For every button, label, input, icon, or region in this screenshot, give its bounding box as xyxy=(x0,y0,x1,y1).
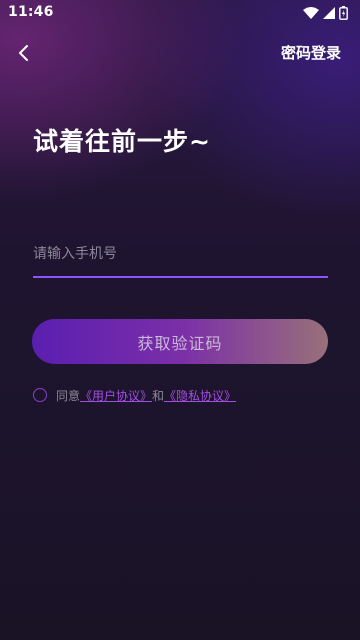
status-icons xyxy=(303,6,348,20)
back-button[interactable] xyxy=(10,40,36,66)
privacy-policy-link[interactable]: 《隐私协议》 xyxy=(164,387,236,404)
get-code-button[interactable]: 获取验证码 xyxy=(32,319,328,364)
agreement-row: 同意 《用户协议》 和 《隐私协议》 xyxy=(33,385,236,405)
page-title: 试着往前一步~ xyxy=(33,127,211,156)
get-code-label: 获取验证码 xyxy=(137,333,223,353)
battery-icon xyxy=(339,6,348,20)
phone-field xyxy=(33,236,328,278)
status-bar: 11:46 xyxy=(0,0,360,26)
status-time: 11:46 xyxy=(8,4,54,20)
password-login-link[interactable]: 密码登录 xyxy=(281,42,341,63)
user-agreement-link[interactable]: 《用户协议》 xyxy=(80,387,152,404)
wifi-icon xyxy=(303,7,319,19)
phone-input[interactable] xyxy=(33,236,328,272)
agree-and: 和 xyxy=(152,388,165,403)
chevron-left-icon xyxy=(19,45,28,61)
signal-icon xyxy=(323,7,335,19)
agree-prefix: 同意 xyxy=(56,388,81,403)
agree-checkbox[interactable] xyxy=(33,388,47,402)
